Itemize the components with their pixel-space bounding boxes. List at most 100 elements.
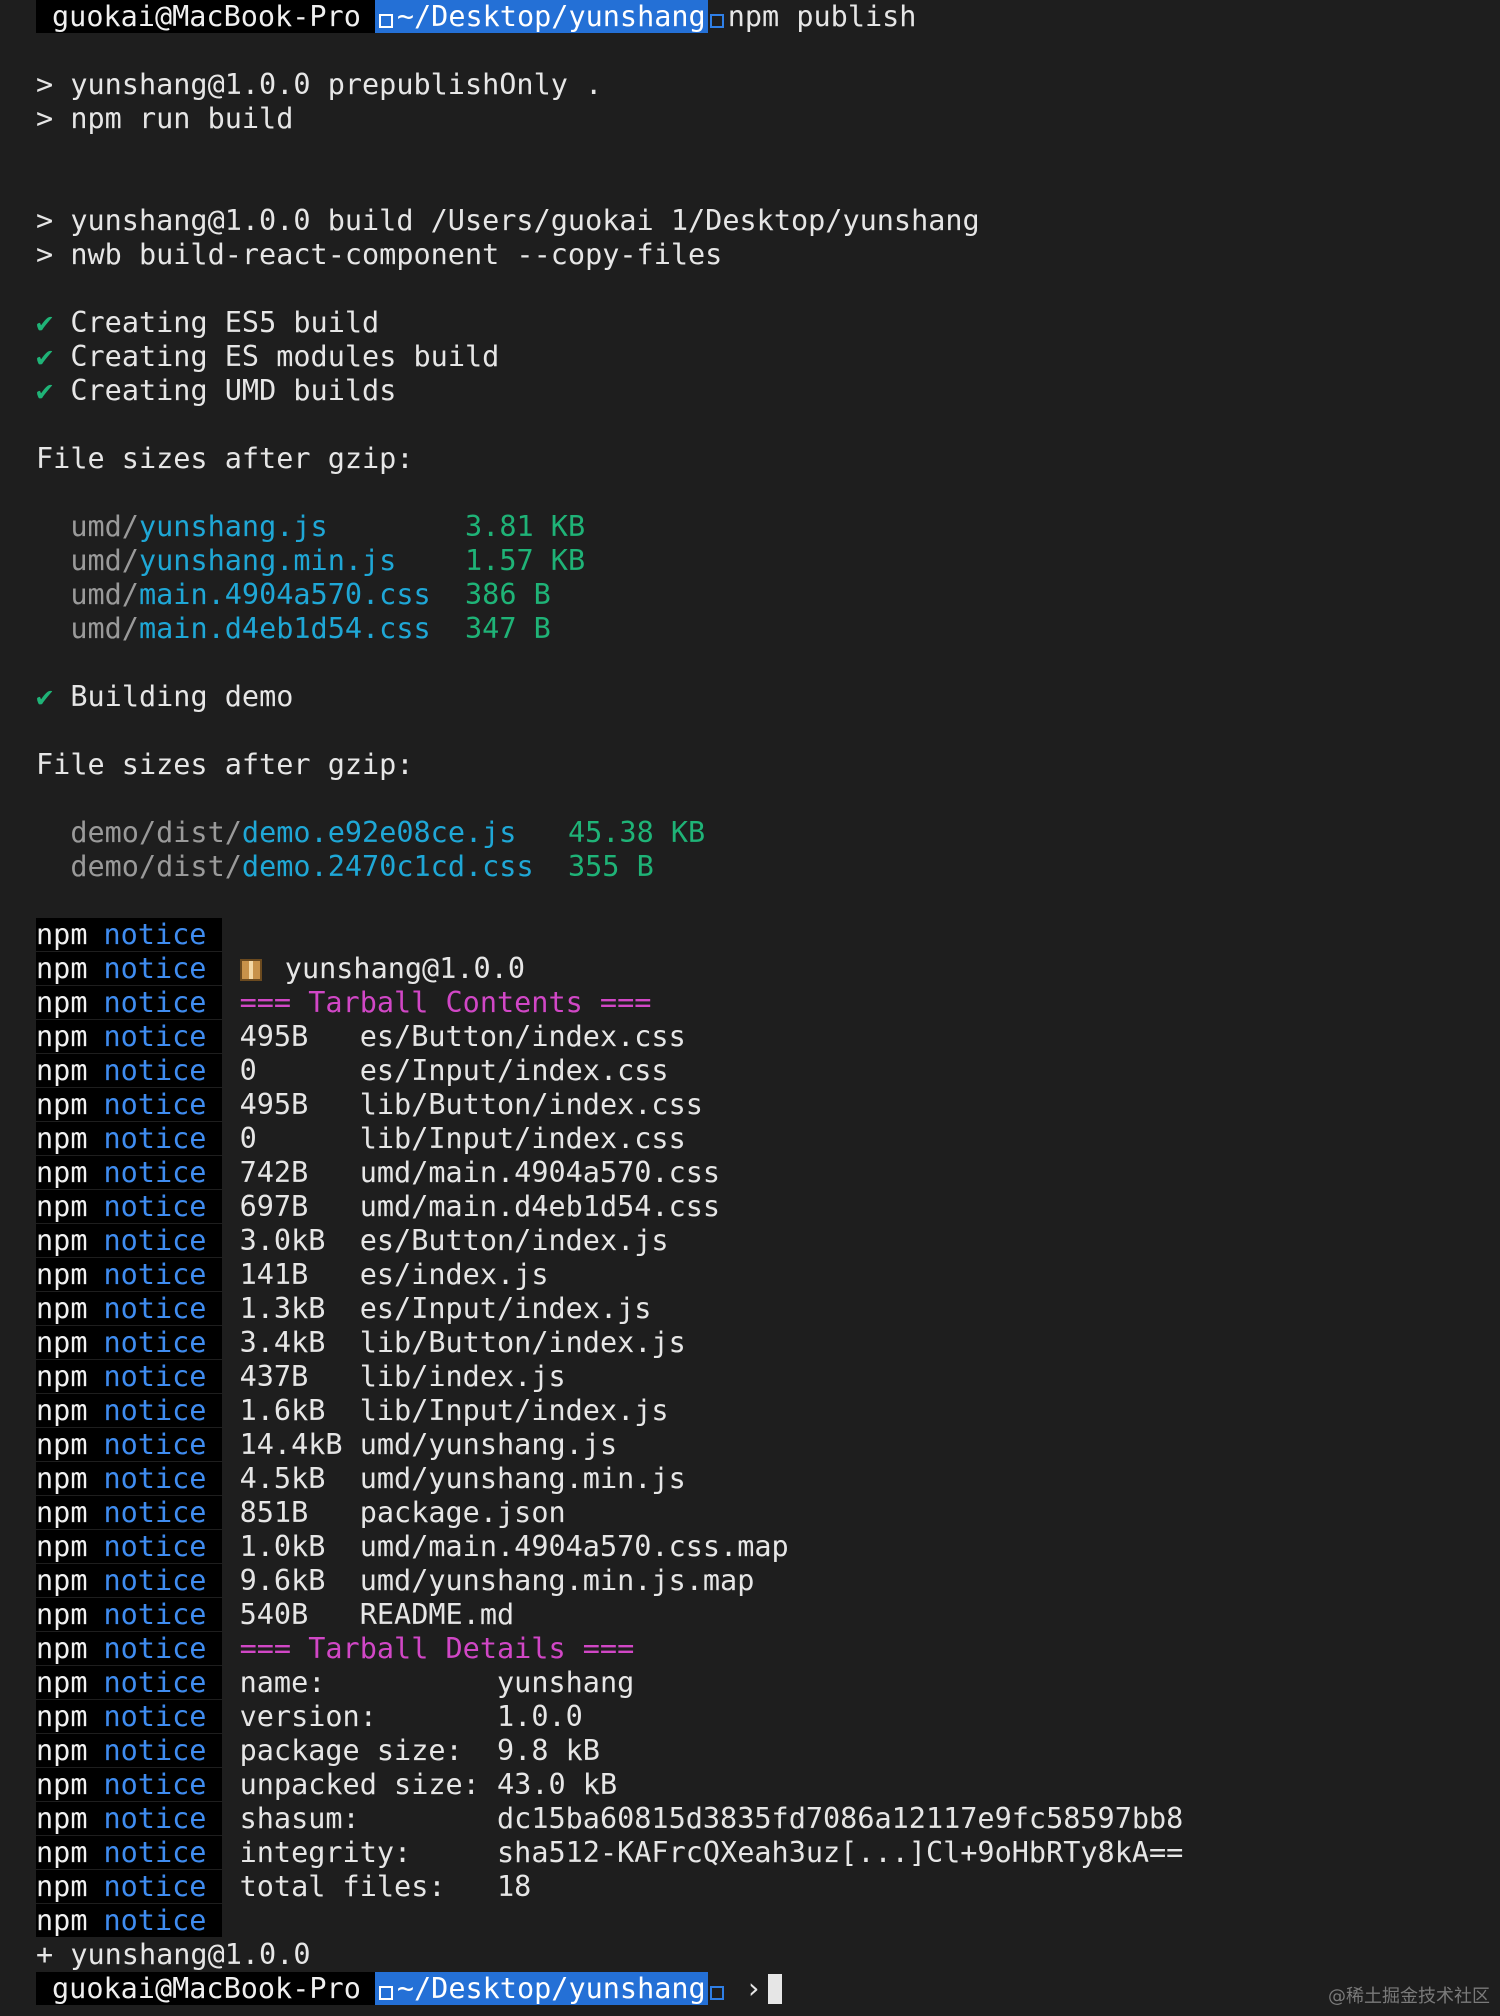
file-size: 3.81 KB [465,510,586,543]
tarball-content-row: npm notice 697B umd/main.d4eb1d54.css [36,1190,1500,1224]
npm-label: npm [36,1632,104,1665]
notice-label: notice [103,1530,223,1563]
prompt-path-segment: ~/Desktop/yunshang [374,1972,708,2005]
check-icon: ✔ [36,374,54,407]
npm-label: npm [36,1496,104,1529]
content-size: 1.6kB [239,1394,343,1427]
content-size: 1.3kB [239,1292,343,1325]
content-file: lib/Button/index.js [359,1326,686,1359]
content-file: lib/Input/index.css [359,1122,686,1155]
content-size: 14.4kB [239,1428,343,1461]
terminal-output: guokai@MacBook-Pro ~/Desktop/yunshang npm … [36,0,1500,2006]
notice-label: notice [103,986,223,1019]
square-icon [709,14,724,28]
prompt-path: ~/Desktop/yunshang [396,0,706,33]
file-name: demo.e92e08ce.js [241,816,517,849]
npm-label: npm [36,1190,104,1223]
npm-label: npm [36,1258,104,1291]
npm-label: npm [36,1870,104,1903]
content-file: es/index.js [359,1258,549,1291]
content-file: es/Button/index.js [359,1224,669,1257]
terminal-cursor[interactable] [768,1974,783,2004]
file-dir: demo/dist/ [70,850,242,883]
package-icon [239,959,262,981]
notice-label: notice [103,1394,223,1427]
notice-label: notice [103,1326,223,1359]
content-file: umd/yunshang.min.js [359,1462,686,1495]
tarball-content-row: npm notice 141B es/index.js [36,1258,1500,1292]
output-line: > npm run build [36,102,294,135]
file-name: demo.2470c1cd.css [241,850,534,883]
tarball-detail-row: npm notice integrity: sha512-KAFrcQXeah3u… [36,1836,1500,1870]
notice-label: notice [103,1224,223,1257]
check-icon: ✔ [36,680,54,713]
npm-label: npm [36,1700,104,1733]
tarball-content-row: npm notice 851B package.json [36,1496,1500,1530]
tarball-content-row: npm notice 742B umd/main.4904a570.css [36,1156,1500,1190]
file-size: 347 B [465,612,551,645]
content-size: 9.6kB [239,1564,343,1597]
tarball-content-row: npm notice 1.3kB es/Input/index.js [36,1292,1500,1326]
file-size-row: umd/yunshang.min.js 1.57 KB [36,544,1500,578]
package-name: yunshang@1.0.0 [284,952,525,985]
content-size: 1.0kB [239,1530,343,1563]
published-line: + yunshang@1.0.0 [36,1938,311,1971]
prompt-command: npm publish [727,0,917,33]
prompt-path: ~/Desktop/yunshang [396,1972,706,2005]
file-size: 386 B [465,578,551,611]
notice-label: notice [103,1768,223,1801]
tarball-content-row: npm notice 495B lib/Button/index.css [36,1088,1500,1122]
file-name: yunshang.min.js [138,544,397,577]
file-size-row: demo/dist/demo.2470c1cd.css 355 B [36,850,1500,884]
step-text: Creating ES modules build [70,340,500,373]
detail-value: sha512-KAFrcQXeah3uz[...]Cl+9oHbRTy8kA== [497,1836,1184,1869]
square-icon [709,1986,724,2000]
detail-value: 18 [497,1870,532,1903]
prompt-line: guokai@MacBook-Pro ~/Desktop/yunshang › [36,1972,1500,2006]
step-text: Creating UMD builds [70,374,397,407]
notice-label: notice [103,1598,223,1631]
detail-value: 1.0.0 [497,1700,583,1733]
tarball-content-row: npm notice 3.0kB es/Button/index.js [36,1224,1500,1258]
file-pad [431,578,465,611]
tarball-content-row: npm notice 0 lib/Input/index.css [36,1122,1500,1156]
file-size: 45.38 KB [567,816,706,849]
npm-label: npm [36,1904,104,1937]
npm-label: npm [36,1666,104,1699]
notice-label: notice [103,1428,223,1461]
content-file: umd/main.4904a570.css [359,1156,721,1189]
detail-value: 9.8 kB [497,1734,600,1767]
file-size: 355 B [567,850,654,883]
npm-notice-line: npm notice [36,918,1500,952]
prompt-user-host: guokai@MacBook-Pro [36,1972,375,2005]
file-name: main.4904a570.css [138,578,431,611]
file-size-row: umd/main.d4eb1d54.css 347 B [36,612,1500,646]
npm-label: npm [36,1462,104,1495]
tarball-detail-row: npm notice package size: 9.8 kB [36,1734,1500,1768]
content-file: umd/main.4904a570.css.map [359,1530,789,1563]
notice-label: notice [103,1190,223,1223]
tarball-detail-row: npm notice name: yunshang [36,1666,1500,1700]
file-dir: demo/dist/ [70,816,242,849]
notice-label: notice [103,1020,223,1053]
npm-label: npm [36,1564,104,1597]
npm-label: npm [36,1326,104,1359]
file-dir: umd/ [70,544,139,577]
contents-heading: === Tarball Contents === [239,986,652,1019]
file-name: main.d4eb1d54.css [138,612,431,645]
content-size: 495B [239,1088,343,1121]
file-size-row: demo/dist/demo.e92e08ce.js 45.38 KB [36,816,1500,850]
build-step: ✔ Creating ES modules build [36,340,1500,374]
tarball-detail-row: npm notice total files: 18 [36,1870,1500,1904]
npm-label: npm [36,1734,104,1767]
notice-label: notice [103,918,223,951]
demo-file-list: demo/dist/demo.e92e08ce.js 45.38 KB demo… [36,816,1500,884]
content-size: 742B [239,1156,343,1189]
notice-label: notice [103,1054,223,1087]
detail-key: unpacked size: [239,1768,497,1801]
file-dir: umd/ [70,578,139,611]
